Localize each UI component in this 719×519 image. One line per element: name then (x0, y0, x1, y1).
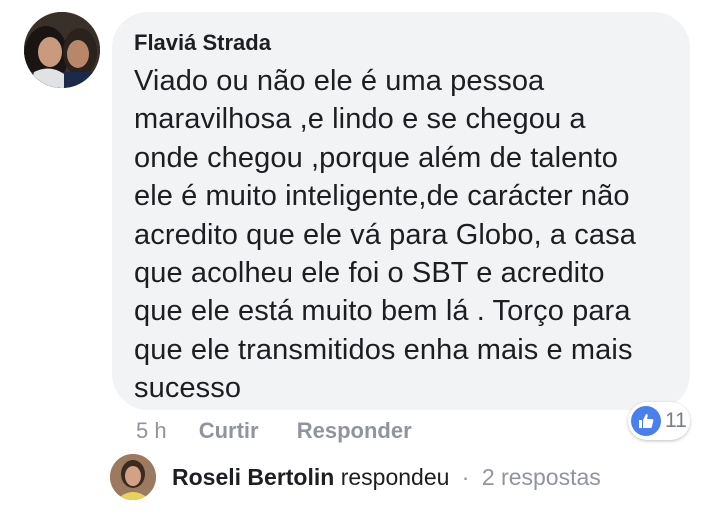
reply-avatar (110, 454, 156, 500)
reaction-summary[interactable]: 11 (628, 402, 690, 440)
reply-action: respondeu (340, 463, 450, 490)
comment-text: Viado ou não ele é uma pessoa maravilhos… (134, 65, 636, 405)
reply-link[interactable]: Responder (297, 416, 412, 446)
comment-timestamp[interactable]: 5 h (136, 416, 167, 446)
comment-actions: 5 h Curtir Responder (136, 416, 412, 446)
reply-text: Roseli Bertolin respondeu · 2 respostas (172, 464, 601, 491)
comment-author[interactable]: Flaviá Strada (134, 28, 670, 58)
reply-separator: · (461, 463, 470, 490)
replies-summary[interactable]: Roseli Bertolin respondeu · 2 respostas (110, 452, 710, 502)
commenter-avatar[interactable] (24, 12, 100, 88)
like-link[interactable]: Curtir (199, 416, 259, 446)
reply-count[interactable]: 2 respostas (482, 464, 601, 490)
reply-author[interactable]: Roseli Bertolin (172, 464, 334, 490)
reaction-count: 11 (665, 409, 687, 432)
comment-bubble: Flaviá Strada Viado ou não ele é uma pes… (112, 12, 690, 410)
avatar-photo (24, 12, 100, 88)
thumbs-up-icon (631, 406, 661, 436)
